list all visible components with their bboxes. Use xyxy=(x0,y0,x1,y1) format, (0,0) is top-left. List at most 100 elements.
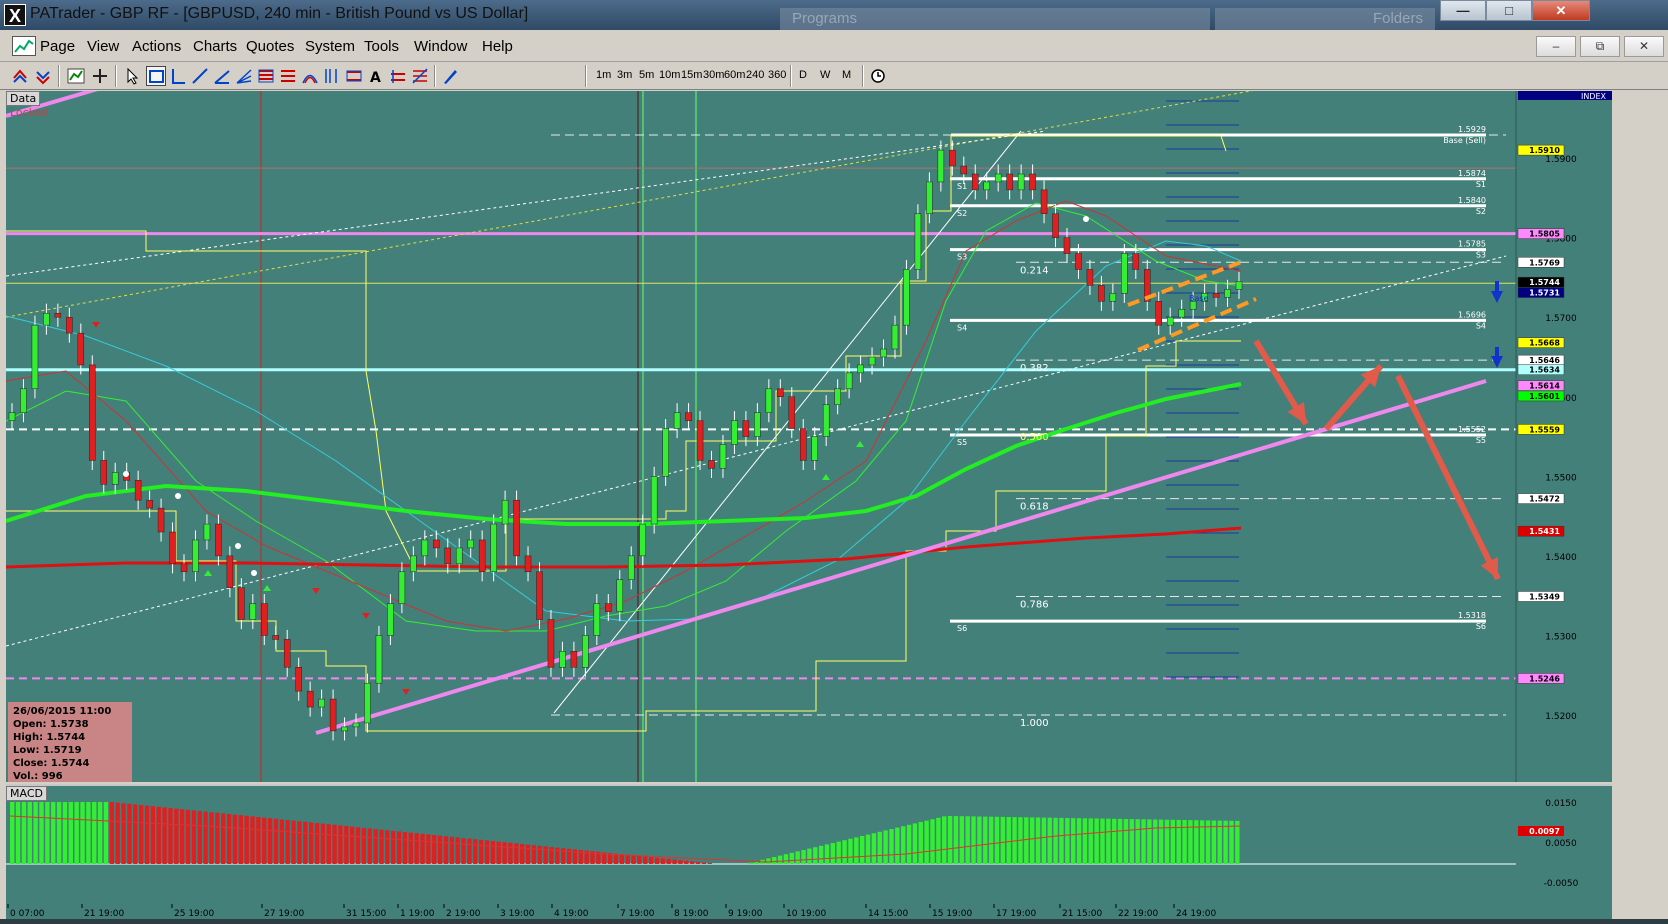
period-daily[interactable]: D xyxy=(799,69,807,81)
fib-arc-icon[interactable] xyxy=(300,66,320,86)
pointer-icon[interactable] xyxy=(122,66,142,86)
macd-histogram-bar xyxy=(402,832,408,864)
ray-icon[interactable] xyxy=(212,66,232,86)
vertical-line-icon[interactable] xyxy=(168,66,188,86)
macd-histogram-bar xyxy=(531,845,537,864)
pivot-left-tag: S6 xyxy=(957,624,967,633)
candle-bull xyxy=(868,356,876,366)
fib-extension-icon[interactable] xyxy=(278,66,298,86)
macd-histogram-bar xyxy=(912,823,918,864)
macd-histogram-bar xyxy=(461,838,466,864)
text-label-icon[interactable]: A xyxy=(366,66,386,86)
macd-histogram-bar xyxy=(56,802,62,864)
menu-charts[interactable]: Charts xyxy=(193,38,237,55)
period-weekly[interactable]: W xyxy=(820,69,830,81)
mdi-close-button[interactable]: ✕ xyxy=(1624,36,1664,57)
macd-histogram-bar xyxy=(1153,819,1158,864)
candle-bear xyxy=(283,639,291,668)
marker-dot xyxy=(251,570,257,576)
macd-histogram-bar xyxy=(637,856,642,864)
fib-retracement-icon[interactable] xyxy=(256,66,276,86)
zoom-out-icon[interactable] xyxy=(33,66,53,86)
menu-tools[interactable]: Tools xyxy=(364,38,399,55)
menu-help[interactable]: Help xyxy=(482,38,513,55)
menu-quotes[interactable]: Quotes xyxy=(246,38,294,55)
macd-histogram-bar xyxy=(965,816,970,864)
chart-type-icon[interactable] xyxy=(66,66,86,86)
signal-arrow-down-icon xyxy=(1491,291,1503,303)
timeframe-15m[interactable]: 15m xyxy=(681,69,702,81)
time-axis-label: 7 19:00 xyxy=(620,909,655,919)
timeframe-3m[interactable]: 3m xyxy=(617,69,632,81)
menu-system[interactable]: System xyxy=(305,38,355,55)
price-label-icon[interactable] xyxy=(388,66,408,86)
macd-histogram-bar xyxy=(191,810,197,864)
macd-histogram-bar xyxy=(1053,817,1058,864)
menu-page[interactable]: Page xyxy=(40,38,75,55)
macd-panel[interactable]: 0.0150 0.0050 -0.0050 0.0097 MACD xyxy=(6,784,1612,904)
candle-bear xyxy=(134,480,142,501)
chart-window-icon[interactable] xyxy=(12,36,36,56)
macd-histogram-bar xyxy=(942,816,947,864)
candle-bear xyxy=(949,149,956,167)
macd-histogram-bar xyxy=(994,816,1000,864)
price-chart-canvas[interactable]: 1.5929 Base (Sell) 1.5874 S1 1.5840 S2 1.5785 S… xyxy=(6,91,1612,782)
crosshair-icon[interactable] xyxy=(90,66,110,86)
macd-axis-tick: 0.0150 xyxy=(1545,799,1577,809)
mdi-minimize-button[interactable]: – xyxy=(1536,36,1576,57)
main-price-chart[interactable]: 1.5929 Base (Sell) 1.5874 S1 1.5840 S2 1.5785 S… xyxy=(6,91,1612,782)
line-tool-icon[interactable] xyxy=(146,66,166,86)
mdi-restore-button[interactable]: ⧉ xyxy=(1580,36,1620,57)
candle-bull xyxy=(731,420,738,445)
background-window-tab: Programs xyxy=(780,8,1210,30)
macd-histogram-bar xyxy=(232,814,238,864)
menu-view[interactable]: View xyxy=(87,38,119,55)
close-button[interactable]: ✕ xyxy=(1532,0,1590,21)
macd-histogram-bar xyxy=(92,802,97,864)
clock-icon[interactable] xyxy=(868,66,888,86)
timeframe-240[interactable]: 240 xyxy=(746,69,764,81)
gann-icon[interactable] xyxy=(410,66,430,86)
timeframe-5m[interactable]: 5m xyxy=(639,69,654,81)
zoom-in-icon[interactable] xyxy=(10,66,30,86)
candle-bear xyxy=(777,388,784,398)
macd-histogram-bar xyxy=(273,818,279,864)
macd-axis-tick: -0.0050 xyxy=(1544,879,1579,889)
fib-timezone-icon[interactable] xyxy=(322,66,342,86)
time-axis-label: 8 19:00 xyxy=(674,909,709,919)
macd-histogram-bar xyxy=(449,836,455,864)
timeframe-30m[interactable]: 30m xyxy=(703,69,724,81)
macd-histogram-bar xyxy=(883,830,888,864)
candle-bull xyxy=(364,682,371,724)
candle-bull xyxy=(455,547,463,565)
macd-histogram-bar xyxy=(250,816,255,864)
menu-actions[interactable]: Actions xyxy=(132,38,181,55)
period-monthly[interactable]: M xyxy=(842,69,851,81)
pen-draw-icon[interactable] xyxy=(440,66,460,86)
ohlc-open: Open: 1.5738 xyxy=(13,719,89,730)
candle-bull xyxy=(192,539,199,573)
timeframe-60m[interactable]: 60m xyxy=(724,69,745,81)
channel-icon[interactable] xyxy=(344,66,364,86)
minimize-button[interactable]: — xyxy=(1440,0,1486,21)
price-tag-text: 1.5559 xyxy=(1529,425,1560,434)
candle-bear xyxy=(478,539,486,573)
timeframe-360[interactable]: 360 xyxy=(768,69,786,81)
menu-window[interactable]: Window xyxy=(414,38,467,55)
price-tag-text: 1.5769 xyxy=(1529,258,1560,267)
price-axis-tick: 1.5200 xyxy=(1545,712,1577,722)
macd-canvas[interactable]: 0.0150 0.0050 -0.0050 0.0097 xyxy=(6,786,1612,904)
fib-fan-icon[interactable] xyxy=(234,66,254,86)
timeframe-1m[interactable]: 1m xyxy=(596,69,611,81)
timeframe-10m[interactable]: 10m xyxy=(659,69,680,81)
candle-bull xyxy=(410,555,417,573)
maximize-button[interactable]: □ xyxy=(1486,0,1532,21)
chart-overlays xyxy=(92,216,1503,695)
candle-bear xyxy=(605,603,612,612)
macd-histogram-bar xyxy=(842,840,847,864)
macd-histogram-bar xyxy=(1135,819,1140,864)
trendline-icon[interactable] xyxy=(190,66,210,86)
candle-bear xyxy=(524,555,532,573)
candle-bear xyxy=(1155,301,1162,326)
pivot-price-label: 1.5785 xyxy=(1458,240,1486,249)
